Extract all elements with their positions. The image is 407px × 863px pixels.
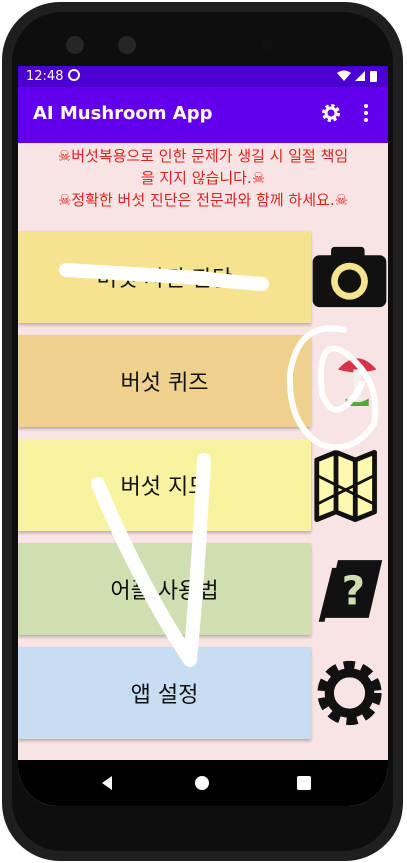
app-settings-label: 앱 설정: [130, 683, 199, 708]
back-icon[interactable]: [102, 776, 112, 790]
mushroom-map-button[interactable]: 버섯 지도: [18, 439, 311, 531]
wifi-icon: [337, 70, 351, 81]
proximity-sensor-icon: [261, 39, 273, 51]
app-title: AI Mushroom App: [33, 103, 213, 124]
app-screen: 12:48 AI Mushroom App ☠버섯복용으로 인한 문제가 생길 …: [18, 66, 388, 806]
disclaimer-line-2: 을 지지 않습니다.☠: [140, 169, 266, 187]
mushroom-icon[interactable]: [311, 335, 388, 427]
sync-icon: [68, 69, 80, 81]
settings-gear-icon[interactable]: [319, 101, 343, 125]
camera-icon[interactable]: [311, 231, 388, 323]
mushroom-quiz-label: 버섯 퀴즈: [120, 371, 209, 396]
svg-text:?: ?: [342, 566, 365, 614]
recents-icon[interactable]: [297, 776, 311, 790]
more-options-icon[interactable]: [354, 101, 378, 125]
signal-icon: [355, 71, 365, 81]
app-usage-button[interactable]: 어플 사용법: [18, 543, 311, 635]
help-book-icon[interactable]: ?: [311, 543, 388, 635]
disclaimer-line-1: ☠버섯복용으로 인한 문제가 생길 시 일절 책임: [57, 147, 349, 165]
home-icon[interactable]: [195, 776, 209, 790]
map-icon[interactable]: [311, 439, 388, 531]
status-time: 12:48: [26, 69, 64, 84]
app-settings-button[interactable]: 앱 설정: [18, 647, 311, 739]
mushroom-map-label: 버섯 지도: [120, 475, 209, 500]
disclaimer-line-3: ☠정확한 버섯 진단은 전문과와 함께 하세요.☠: [57, 191, 349, 209]
status-icons: [336, 69, 380, 87]
mushroom-quiz-button[interactable]: 버섯 퀴즈: [18, 335, 311, 427]
settings-gear-large-icon[interactable]: [311, 647, 388, 739]
mushroom-photo-button[interactable]: 버섯 사진 판단: [18, 231, 311, 323]
disclaimer-banner: ☠버섯복용으로 인한 문제가 생길 시 일절 책임 을 지지 않습니다.☠ ☠정…: [18, 143, 388, 225]
app-usage-label: 어플 사용법: [110, 579, 219, 604]
status-bar: 12:48: [18, 66, 388, 87]
system-navigation-bar: [18, 760, 388, 806]
mushroom-photo-label: 버섯 사진 판단: [96, 267, 233, 292]
front-sensor-icon: [118, 36, 136, 54]
battery-icon: [370, 71, 377, 82]
app-bar: AI Mushroom App: [18, 87, 388, 143]
front-camera-icon: [66, 36, 84, 54]
